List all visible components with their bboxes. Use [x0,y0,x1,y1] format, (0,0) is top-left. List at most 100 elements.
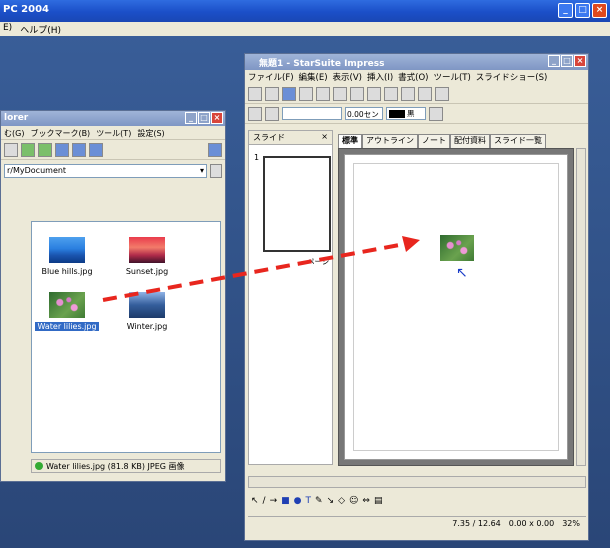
explorer-menu-tools[interactable]: ツール(T) [96,128,131,138]
file-name: Water lilies.jpg [35,322,99,331]
impress-maximize-button[interactable]: □ [561,55,573,67]
menu-edit[interactable]: 編集(E) [299,71,328,83]
minimize-button[interactable]: _ [558,3,573,18]
zoom-in-icon[interactable] [21,142,35,157]
cursor-position: 7.35 / 12.64 [452,519,501,528]
outer-menubar: E) ヘルプ(H) [0,22,610,36]
symbol-tool-icon[interactable]: ☺ [349,496,358,506]
print-icon[interactable] [4,142,18,157]
close-button[interactable]: × [592,3,607,18]
explorer-menu-bookmarks[interactable]: ブックマーク(B) [30,128,90,138]
file-item[interactable]: Blue hills.jpg [32,237,102,276]
rectangle-tool-icon[interactable]: ■ [281,496,290,506]
explorer-menu-go[interactable]: む(G) [4,128,24,138]
file-item[interactable]: Winter.jpg [112,292,182,331]
explorer-title: lorer [4,113,29,123]
vertical-scrollbar[interactable] [576,148,586,466]
slide-panel-title: スライド [253,133,285,142]
tab-outline[interactable]: アウトライン [362,134,418,148]
arrow-style-icon[interactable] [265,106,279,121]
object-size: 0.00 x 0.00 [508,519,555,528]
menu-slideshow[interactable]: スライドショー(S) [476,71,548,83]
image-thumbnail [129,237,165,263]
line-style-icon[interactable] [248,106,262,121]
menu-file[interactable]: ファイル(F) [248,71,294,83]
explorer-maximize-button[interactable]: □ [198,112,210,124]
slide-number: 1 [254,153,260,162]
menu-item-e[interactable]: E) [3,23,12,35]
slide-page[interactable] [344,154,568,460]
image-thumbnail [129,292,165,318]
horizontal-scrollbar[interactable] [248,476,586,488]
menu-view[interactable]: 表示(V) [333,71,362,83]
outer-title: PC 2004 [3,4,49,15]
curve-tool-icon[interactable]: ✎ [315,496,323,506]
impress-minimize-button[interactable]: _ [548,55,560,67]
file-name: Winter.jpg [126,322,168,331]
maximize-button[interactable]: □ [575,3,590,18]
slide-page-label: ページ [307,257,330,266]
tab-normal[interactable]: 標準 [338,134,362,148]
paste-icon[interactable] [418,86,432,101]
print-icon[interactable] [350,86,364,101]
close-icon[interactable]: × [321,132,328,143]
cut-icon[interactable] [384,86,398,101]
menu-insert[interactable]: 挿入(I) [367,71,393,83]
menu-item-help[interactable]: ヘルプ(H) [20,23,61,36]
menu-format[interactable]: 書式(O) [398,71,428,83]
go-button[interactable] [210,164,222,178]
file-item[interactable]: Sunset.jpg [112,237,182,276]
area-fill-icon[interactable] [429,106,443,121]
slide-canvas [338,148,574,466]
location-value: r/MyDocument [7,166,67,175]
line-width-input[interactable]: 0.00セン [345,107,383,120]
select-tool-icon[interactable]: ↖ [251,496,259,506]
line-tool-icon[interactable]: / [263,496,266,506]
email-icon[interactable] [299,86,313,101]
edit-file-icon[interactable] [316,86,330,101]
impress-title-bar: 無題1 - StarSuite Impress _ □ × [245,54,588,70]
connector-tool-icon[interactable]: ↘ [327,496,335,506]
zoom-level[interactable]: 32% [562,519,580,528]
ellipse-tool-icon[interactable]: ● [294,496,302,506]
tab-slide-sorter[interactable]: スライド一覧 [490,134,546,148]
format-paintbrush-icon[interactable] [435,86,449,101]
save-icon[interactable] [282,86,296,101]
detail-view-icon[interactable] [89,142,103,157]
explorer-minimize-button[interactable]: _ [185,112,197,124]
outer-title-bar: PC 2004 _ □ × [0,0,610,22]
chevron-down-icon[interactable]: ▾ [200,166,204,176]
shape-tool-icon[interactable]: ◇ [338,496,345,506]
explorer-close-button[interactable]: × [211,112,223,124]
file-list-pane: Blue hills.jpg Sunset.jpg Water lilies.j… [31,221,221,453]
list-view-icon[interactable] [72,142,86,157]
view-tabs: 標準 アウトライン ノート 配付資料 スライド一覧 [338,134,583,148]
tab-notes[interactable]: ノート [418,134,450,148]
open-icon[interactable] [265,86,279,101]
line-style-select[interactable] [282,107,342,120]
tab-handout[interactable]: 配付資料 [450,134,490,148]
text-tool-icon[interactable]: T [306,496,312,506]
impress-close-button[interactable]: × [574,55,586,67]
location-bar: r/MyDocument ▾ [4,163,222,179]
block-arrow-tool-icon[interactable]: ⇔ [362,496,370,506]
new-icon[interactable] [248,86,262,101]
location-input[interactable]: r/MyDocument ▾ [4,164,207,178]
image-thumbnail [49,292,85,318]
menu-tools[interactable]: ツール(T) [433,71,470,83]
explorer-title-bar: lorer _ □ × [1,111,225,126]
line-color-select[interactable]: 黒 [386,107,426,120]
slide-thumbnail[interactable] [263,156,331,252]
zoom-out-icon[interactable] [38,142,52,157]
arrow-tool-icon[interactable]: → [270,496,278,506]
explorer-menu-settings[interactable]: 設定(S) [137,128,164,138]
color-swatch [389,109,405,118]
copy-icon[interactable] [401,86,415,101]
export-pdf-icon[interactable] [333,86,347,101]
icon-view-icon[interactable] [55,142,69,157]
slide-panel-header: スライド × [249,131,332,145]
explorer-toolbar [1,140,225,160]
spellcheck-icon[interactable] [367,86,381,101]
flowchart-tool-icon[interactable]: ▤ [374,496,383,506]
file-item-selected[interactable]: Water lilies.jpg [32,292,102,331]
